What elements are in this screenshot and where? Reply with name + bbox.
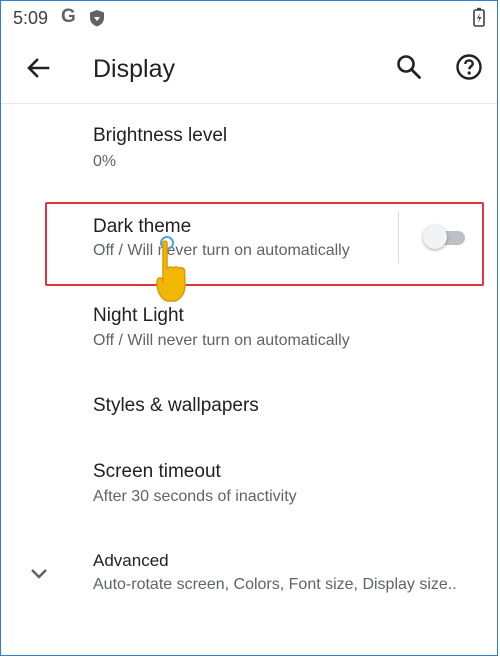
setting-styles-wallpapers[interactable]: Styles & wallpapers (1, 377, 497, 437)
setting-advanced[interactable]: Advanced Auto-rotate screen, Colors, Fon… (1, 541, 497, 611)
chevron-down-icon[interactable] (27, 561, 51, 585)
setting-subtitle: Off / Will never turn on automatically (93, 332, 350, 349)
setting-brightness-level[interactable]: Brightness level 0% (1, 113, 497, 193)
help-icon[interactable] (455, 53, 483, 81)
status-time: 5:09 (13, 8, 49, 28)
setting-subtitle: Auto-rotate screen, Colors, Font size, D… (93, 576, 457, 593)
search-icon[interactable] (395, 53, 423, 81)
setting-title: Brightness level (93, 125, 228, 146)
setting-night-light[interactable]: Night Light Off / Will never turn on aut… (1, 293, 497, 373)
shield-icon (90, 10, 104, 27)
setting-title: Screen timeout (93, 461, 221, 482)
setting-subtitle: After 30 seconds of inactivity (93, 488, 297, 505)
battery-icon (473, 7, 485, 27)
google-icon: G (61, 6, 76, 27)
setting-title: Advanced (93, 551, 169, 570)
setting-title: Styles & wallpapers (93, 395, 259, 416)
setting-subtitle: 0% (93, 153, 117, 170)
back-arrow-icon[interactable] (23, 53, 53, 83)
screen-frame: 5:09 G Display Brightness level 0% Dark … (0, 0, 498, 656)
app-bar: Display (1, 35, 497, 104)
setting-screen-timeout[interactable]: Screen timeout After 30 seconds of inact… (1, 449, 497, 529)
status-bar: 5:09 G (1, 1, 497, 35)
pointing-hand-icon (156, 236, 186, 302)
highlight-box (45, 202, 484, 286)
page-title: Display (93, 55, 175, 83)
